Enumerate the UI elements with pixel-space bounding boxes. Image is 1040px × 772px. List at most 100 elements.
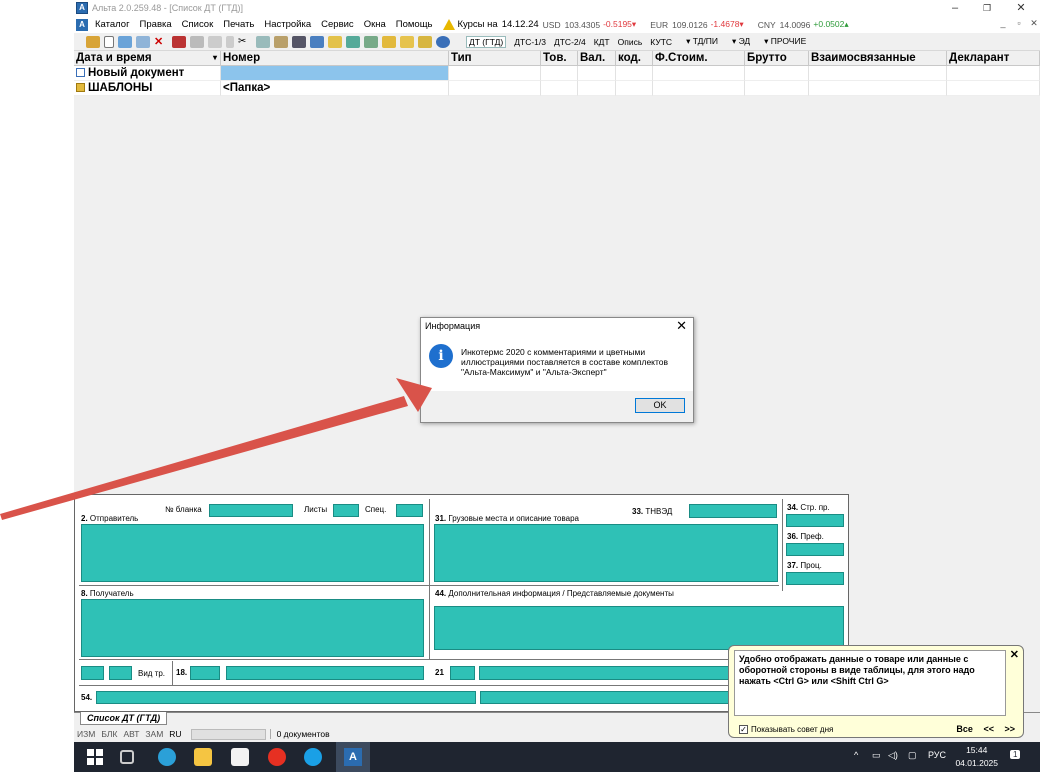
col-header-related[interactable]: Взаимосвязанные [809, 51, 947, 66]
cargo-field[interactable] [434, 524, 778, 582]
properties-icon[interactable] [136, 35, 150, 48]
table-row[interactable]: ШАБЛОНЫ <Папка> [74, 81, 1040, 96]
templates-icon[interactable] [418, 35, 432, 48]
menu-help[interactable]: Помощь [391, 19, 438, 30]
file-explorer-icon[interactable] [194, 748, 212, 766]
tray-language[interactable]: РУС [928, 750, 946, 760]
dropdown-td-pi[interactable]: ▾ ТД/ПИ [686, 36, 718, 47]
menu-print[interactable]: Печать [218, 19, 259, 30]
tip-prev-button[interactable]: << [983, 724, 994, 734]
tab-dt-gtd[interactable]: ДТ (ГТД) [466, 35, 507, 48]
dialog-close-button[interactable]: ✕ [676, 319, 687, 333]
find-icon[interactable] [292, 35, 306, 48]
ok-button[interactable]: OK [635, 398, 685, 413]
menu-edit[interactable]: Правка [135, 19, 177, 30]
import-icon[interactable] [364, 35, 378, 48]
paste-icon[interactable] [274, 35, 288, 48]
store-icon[interactable] [231, 748, 249, 766]
col-header-invoice-value[interactable]: Ф.Стоим. [653, 51, 745, 66]
tip-next-button[interactable]: >> [1004, 724, 1015, 734]
tray-display-icon[interactable]: ▢ [908, 750, 917, 761]
col-header-gross[interactable]: Брутто [745, 51, 809, 66]
col-header-declarant[interactable]: Декларант [947, 51, 1040, 66]
tray-volume-icon[interactable]: ◁) [888, 750, 898, 761]
tray-chevron-icon[interactable]: ^ [854, 750, 858, 760]
folder-icon[interactable] [382, 35, 396, 48]
edge-icon[interactable] [158, 748, 176, 766]
tab-dt-list[interactable]: Список ДТ (ГТД) [80, 712, 168, 725]
close-window-button[interactable]: ✕ [1006, 0, 1036, 16]
mdi-close-button[interactable]: ✕ [1027, 18, 1040, 29]
tab-opis[interactable]: Опись [618, 37, 643, 47]
print-icon[interactable] [172, 35, 186, 48]
restore-button[interactable]: ❐ [972, 0, 1002, 16]
copy-icon[interactable] [256, 35, 270, 48]
preference-field[interactable] [786, 543, 844, 556]
col-header-goods[interactable]: Тов. [541, 51, 578, 66]
origin-country-field[interactable] [786, 514, 844, 527]
printer-icon[interactable] [190, 35, 204, 48]
task-view-icon[interactable] [120, 750, 134, 764]
spec-field[interactable] [396, 504, 423, 517]
col-header-currency[interactable]: Вал. [578, 51, 616, 66]
tip-all-button[interactable]: Все [956, 724, 973, 734]
yandex-browser-icon[interactable] [268, 748, 286, 766]
tab-dts-1-3[interactable]: ДТС-1/3 [514, 37, 546, 47]
open-folder-icon[interactable] [86, 35, 100, 48]
menu-list[interactable]: Список [177, 19, 219, 30]
table-row[interactable]: Новый документ [74, 66, 1040, 81]
taskbar-clock[interactable]: 15:44 04.01.2025 [955, 744, 998, 770]
field-18-country[interactable] [190, 666, 220, 680]
mdi-restore-button[interactable]: ▫ [1012, 18, 1026, 28]
col-header-type[interactable]: Тип [449, 51, 541, 66]
row-number-cell[interactable]: <Папка> [221, 81, 449, 96]
replace-icon[interactable] [310, 35, 324, 48]
recipient-field[interactable] [81, 599, 424, 657]
tnved-field[interactable] [689, 504, 777, 518]
transport-field-2[interactable] [109, 666, 132, 680]
mdi-app-icon[interactable]: A [76, 18, 88, 31]
additional-info-field[interactable] [434, 606, 844, 650]
globe-icon[interactable] [436, 35, 450, 48]
row-number-cell-selected[interactable] [221, 66, 449, 81]
cut-icon[interactable]: ✂ [238, 36, 252, 48]
row-date-cell[interactable]: ШАБЛОНЫ [74, 81, 221, 96]
minimize-button[interactable]: – [940, 0, 970, 16]
field-18-vehicle[interactable] [226, 666, 424, 680]
tab-dts-2-4[interactable]: ДТС-2/4 [554, 37, 586, 47]
field-54-place[interactable] [96, 691, 476, 704]
dropdown-other[interactable]: ▾ ПРОЧИЕ [764, 36, 806, 47]
row-date-cell[interactable]: Новый документ [74, 66, 221, 81]
archive-icon[interactable] [400, 35, 414, 48]
blank-number-field[interactable] [209, 504, 293, 517]
print-preview-icon[interactable] [208, 35, 222, 48]
col-header-number[interactable]: Номер [221, 51, 449, 66]
menu-catalog[interactable]: Каталог [90, 19, 135, 30]
dropdown-ed[interactable]: ▾ ЭД [732, 36, 750, 47]
mdi-minimize-button[interactable]: _ [996, 18, 1010, 28]
tip-close-button[interactable]: ✕ [1010, 648, 1019, 661]
menu-windows[interactable]: Окна [359, 19, 391, 30]
tab-kdt[interactable]: КДТ [594, 37, 610, 47]
menu-service[interactable]: Сервис [316, 19, 359, 30]
tab-kuts[interactable]: КУТС [650, 37, 672, 47]
start-button[interactable] [86, 748, 104, 766]
new-document-icon[interactable] [104, 35, 114, 48]
export-icon[interactable] [346, 35, 360, 48]
delete-icon[interactable]: ✕ [154, 36, 168, 48]
alta-taskbar-icon[interactable]: A [336, 742, 370, 772]
tray-network-icon[interactable]: ▭ [872, 750, 881, 761]
transport-field-1[interactable] [81, 666, 104, 680]
highlight-icon[interactable] [328, 35, 342, 48]
col-header-date[interactable]: Дата и время ▾ [74, 51, 221, 66]
sender-field[interactable] [81, 524, 424, 582]
col-header-code[interactable]: код. [616, 51, 653, 66]
copy-document-icon[interactable] [118, 35, 132, 48]
check-icon[interactable] [226, 35, 234, 48]
show-tip-checkbox[interactable]: ✓ [739, 725, 748, 734]
procedure-field[interactable] [786, 572, 844, 585]
field-21-country[interactable] [450, 666, 475, 680]
grid-empty-area[interactable] [74, 96, 1040, 496]
notification-icon[interactable]: 1 [1010, 750, 1021, 759]
menu-settings[interactable]: Настройка [259, 19, 316, 30]
